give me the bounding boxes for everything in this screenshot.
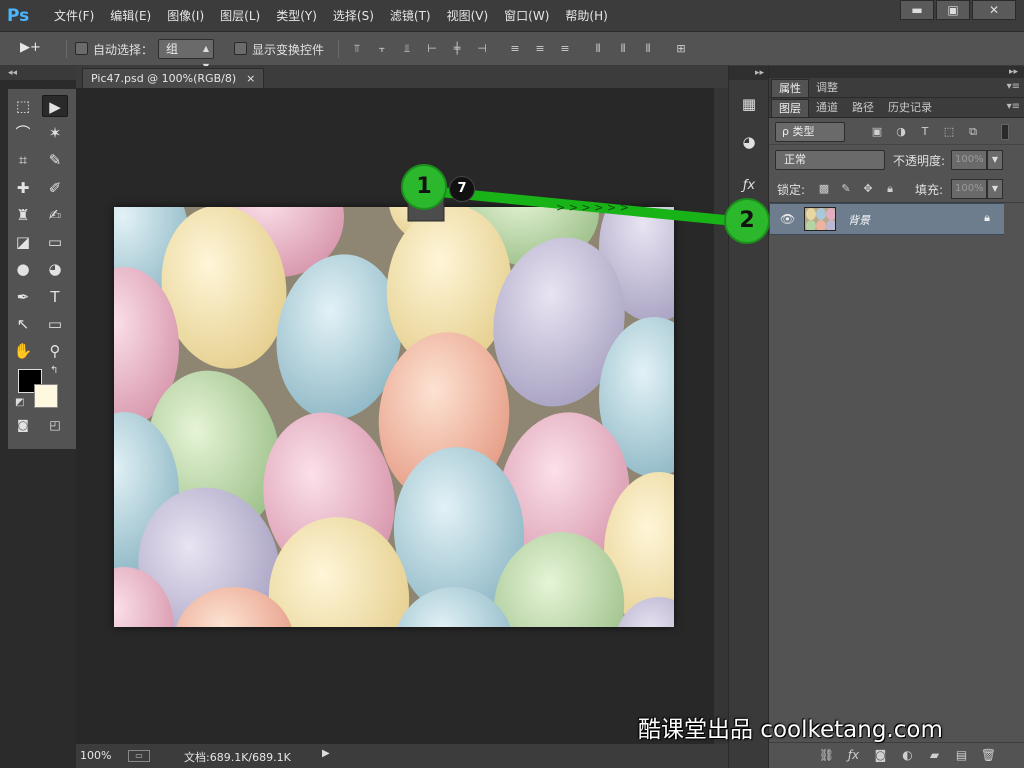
step-1-marker: 1 xyxy=(401,164,447,210)
photoshop-window: Ps 文件(F) 编辑(E) 图像(I) 图层(L) 类型(Y) 选择(S) 滤… xyxy=(0,0,1024,768)
watermark: 酷课堂出品 coolketang.com xyxy=(638,717,943,743)
tutorial-overlay: > > > > > > xyxy=(407,187,750,227)
step-2-marker: 2 xyxy=(724,198,770,244)
drag-direction-chevrons: > > > > > > xyxy=(556,201,629,214)
step-badge: 7 xyxy=(449,176,475,202)
